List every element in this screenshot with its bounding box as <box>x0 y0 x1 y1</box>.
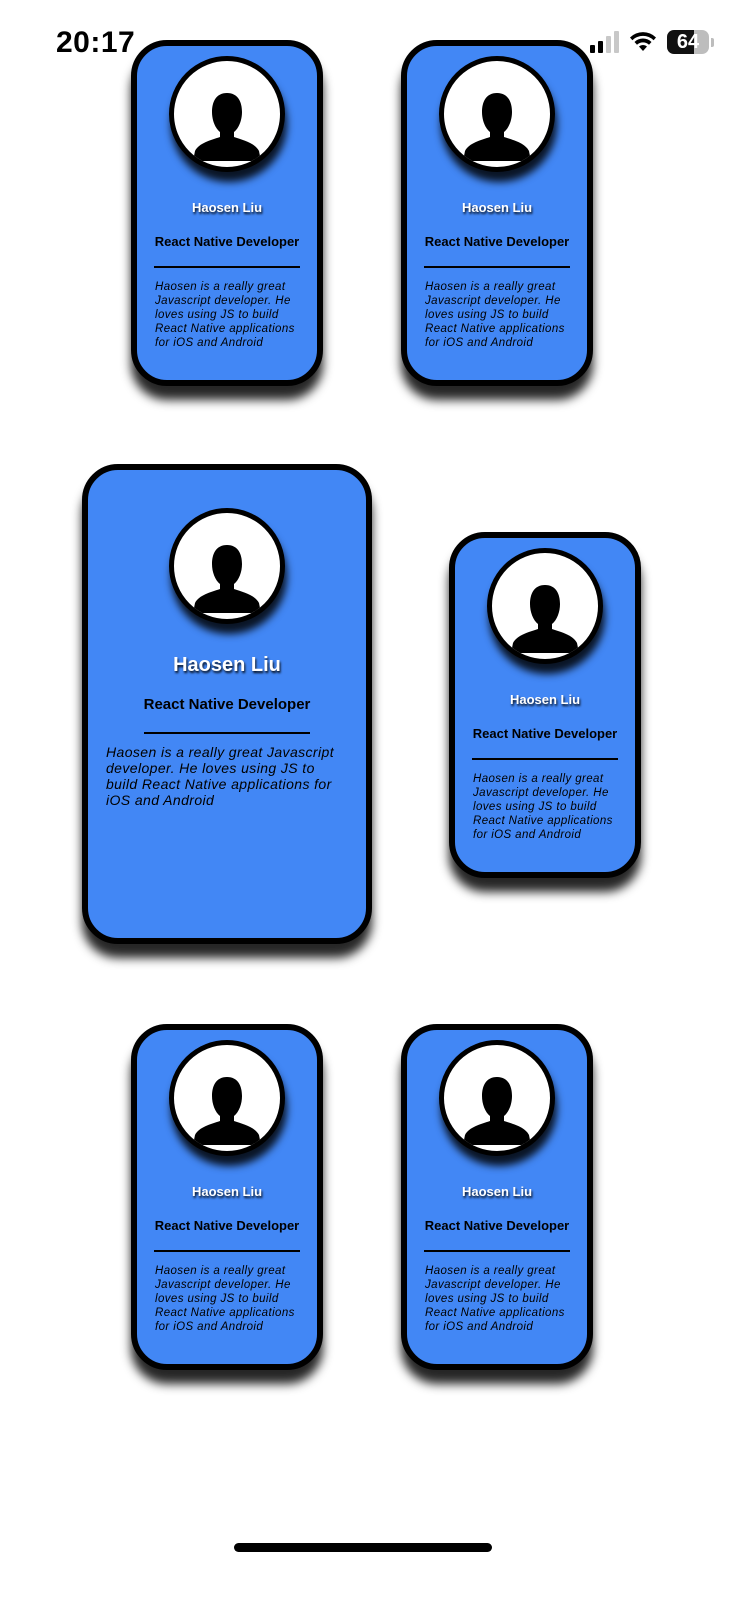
person-silhouette-icon <box>193 1077 261 1145</box>
profile-card: Haosen Liu React Native Developer Haosen… <box>131 1024 323 1370</box>
profile-bio: Haosen is a really great Javascript deve… <box>425 281 565 349</box>
profile-bio: Haosen is a really great Javascript deve… <box>425 1265 565 1333</box>
profile-bio: Haosen is a really great Javascript deve… <box>106 744 334 808</box>
profile-role: React Native Developer <box>424 1218 570 1233</box>
avatar <box>169 56 285 172</box>
divider <box>154 1250 300 1252</box>
person-silhouette-icon <box>463 1077 531 1145</box>
profile-name: Haosen Liu <box>191 1184 263 1199</box>
divider <box>472 758 618 760</box>
person-silhouette-icon <box>193 93 261 161</box>
profile-name: Haosen Liu <box>509 692 581 707</box>
profile-name: Haosen Liu <box>173 654 281 676</box>
profile-name: Haosen Liu <box>461 200 533 215</box>
divider <box>424 266 570 268</box>
profile-card: Haosen Liu React Native Developer Haosen… <box>131 40 323 386</box>
profile-card: Haosen Liu React Native Developer Haosen… <box>401 1024 593 1370</box>
profile-role: React Native Developer <box>154 1218 300 1233</box>
profile-role: React Native Developer <box>472 726 618 741</box>
divider <box>144 732 310 734</box>
person-silhouette-icon <box>463 93 531 161</box>
profile-card: Haosen Liu React Native Developer Haosen… <box>449 532 641 878</box>
home-indicator[interactable] <box>234 1543 492 1552</box>
profile-role: React Native Developer <box>143 696 311 713</box>
wifi-icon <box>629 31 657 53</box>
avatar <box>169 508 285 624</box>
profile-bio: Haosen is a really great Javascript deve… <box>155 281 295 349</box>
divider <box>154 266 300 268</box>
person-silhouette-icon <box>511 585 579 653</box>
profile-name: Haosen Liu <box>461 1184 533 1199</box>
profile-role: React Native Developer <box>154 234 300 249</box>
profile-bio: Haosen is a really great Javascript deve… <box>155 1265 295 1333</box>
person-silhouette-icon <box>193 545 261 613</box>
status-time: 20:17 <box>56 26 136 59</box>
profile-card: Haosen Liu React Native Developer Haosen… <box>401 40 593 386</box>
profile-card-large: Haosen Liu React Native Developer Haosen… <box>82 464 372 944</box>
cellular-signal-icon <box>590 31 619 53</box>
profile-name: Haosen Liu <box>191 200 263 215</box>
profile-bio: Haosen is a really great Javascript deve… <box>473 773 613 841</box>
battery-level: 64 <box>667 30 709 54</box>
avatar <box>487 548 603 664</box>
avatar <box>439 56 555 172</box>
divider <box>424 1250 570 1252</box>
status-icons: 64 <box>590 30 714 54</box>
avatar <box>169 1040 285 1156</box>
profile-role: React Native Developer <box>424 234 570 249</box>
battery-icon: 64 <box>667 30 714 54</box>
avatar <box>439 1040 555 1156</box>
